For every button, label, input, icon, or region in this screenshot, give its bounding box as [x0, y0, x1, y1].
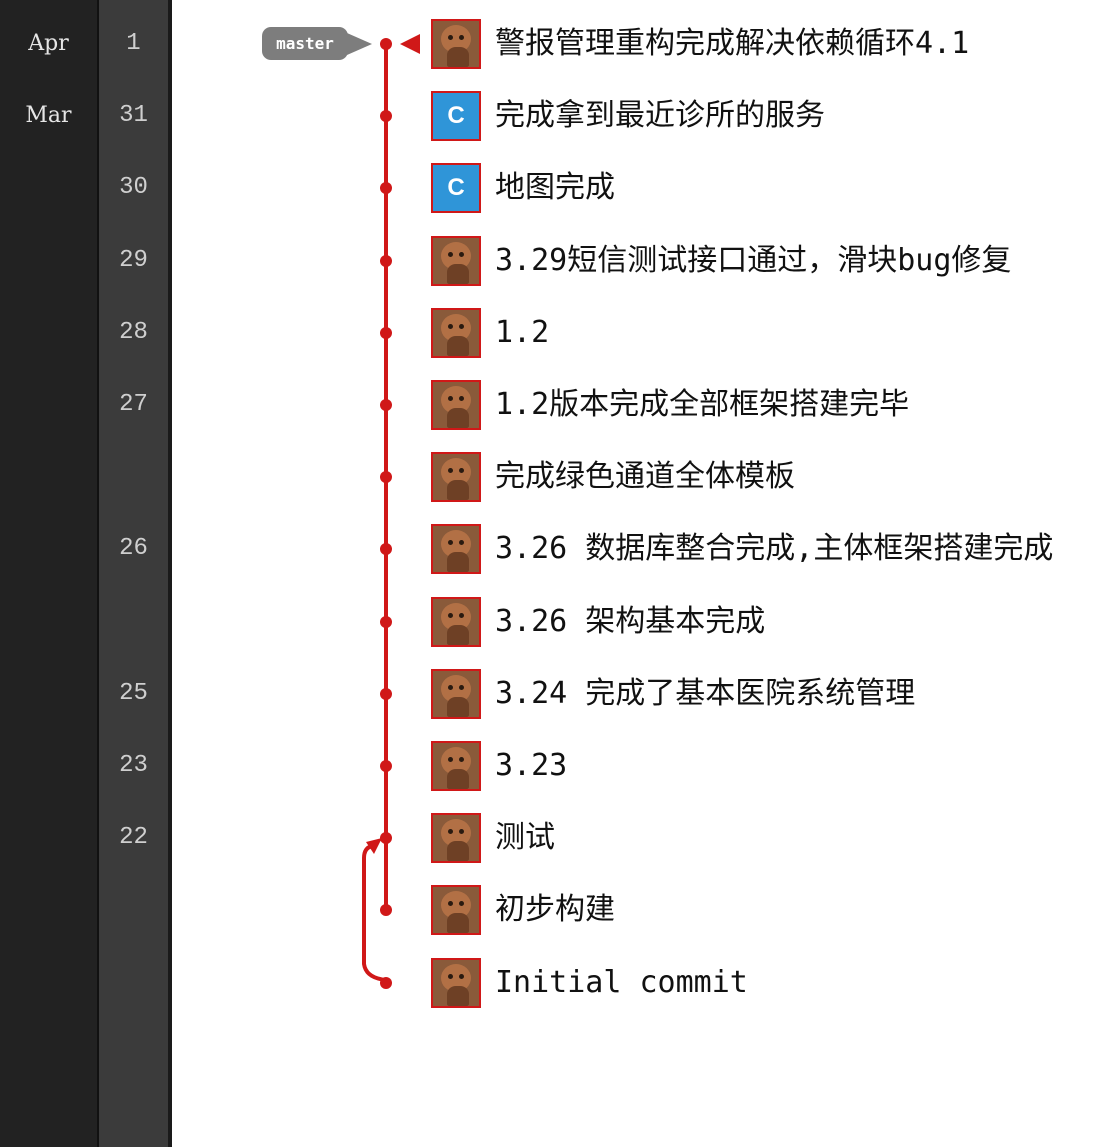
commit-message: 3.23	[495, 748, 568, 783]
commit-message: 完成拿到最近诊所的服务	[495, 98, 825, 133]
avatar-photo	[431, 958, 481, 1008]
commit-message: 1.2	[495, 315, 550, 350]
avatar-photo	[431, 452, 481, 502]
commit-row[interactable]: 警报管理重构完成解决依赖循环4.1	[0, 17, 1108, 71]
commit-row[interactable]: 3.24 完成了基本医院系统管理	[0, 667, 1108, 721]
commit-message: 3.26 数据库整合完成,主体框架搭建完成	[495, 531, 1054, 566]
commit-row[interactable]: 初步构建	[0, 883, 1108, 937]
commit-row[interactable]: C 地图完成	[0, 161, 1108, 215]
commit-row[interactable]: 1.2版本完成全部框架搭建完毕	[0, 378, 1108, 432]
avatar-photo	[431, 19, 481, 69]
commit-row[interactable]: 1.2	[0, 306, 1108, 360]
avatar-photo	[431, 597, 481, 647]
commit-message: 3.24 完成了基本医院系统管理	[495, 676, 916, 711]
commit-message: 初步构建	[495, 892, 615, 927]
avatar-photo	[431, 669, 481, 719]
commit-row[interactable]: 测试	[0, 811, 1108, 865]
commit-message: 完成绿色通道全体模板	[495, 459, 795, 494]
avatar-initial: C	[431, 91, 481, 141]
commit-message: 3.29短信测试接口通过，滑块bug修复	[495, 243, 1012, 278]
commit-message: 警报管理重构完成解决依赖循环4.1	[495, 26, 970, 61]
avatar-photo	[431, 885, 481, 935]
commit-row[interactable]: C 完成拿到最近诊所的服务	[0, 89, 1108, 143]
commit-row[interactable]: 3.23	[0, 739, 1108, 793]
commit-message: 测试	[495, 820, 555, 855]
commit-message: 3.26 架构基本完成	[495, 604, 766, 639]
avatar-photo	[431, 236, 481, 286]
commit-message: Initial commit	[495, 965, 748, 1000]
avatar-photo	[431, 741, 481, 791]
commit-row[interactable]: 3.26 架构基本完成	[0, 595, 1108, 649]
avatar-initial: C	[431, 163, 481, 213]
commit-row[interactable]: 3.29短信测试接口通过，滑块bug修复	[0, 234, 1108, 288]
commit-row[interactable]: Initial commit	[0, 956, 1108, 1010]
avatar-photo	[431, 308, 481, 358]
avatar-photo	[431, 524, 481, 574]
commit-row[interactable]: 完成绿色通道全体模板	[0, 450, 1108, 504]
commit-row[interactable]: 3.26 数据库整合完成,主体框架搭建完成	[0, 522, 1108, 576]
avatar-photo	[431, 813, 481, 863]
commit-message: 1.2版本完成全部框架搭建完毕	[495, 387, 910, 422]
commit-message: 地图完成	[495, 170, 615, 205]
avatar-photo	[431, 380, 481, 430]
